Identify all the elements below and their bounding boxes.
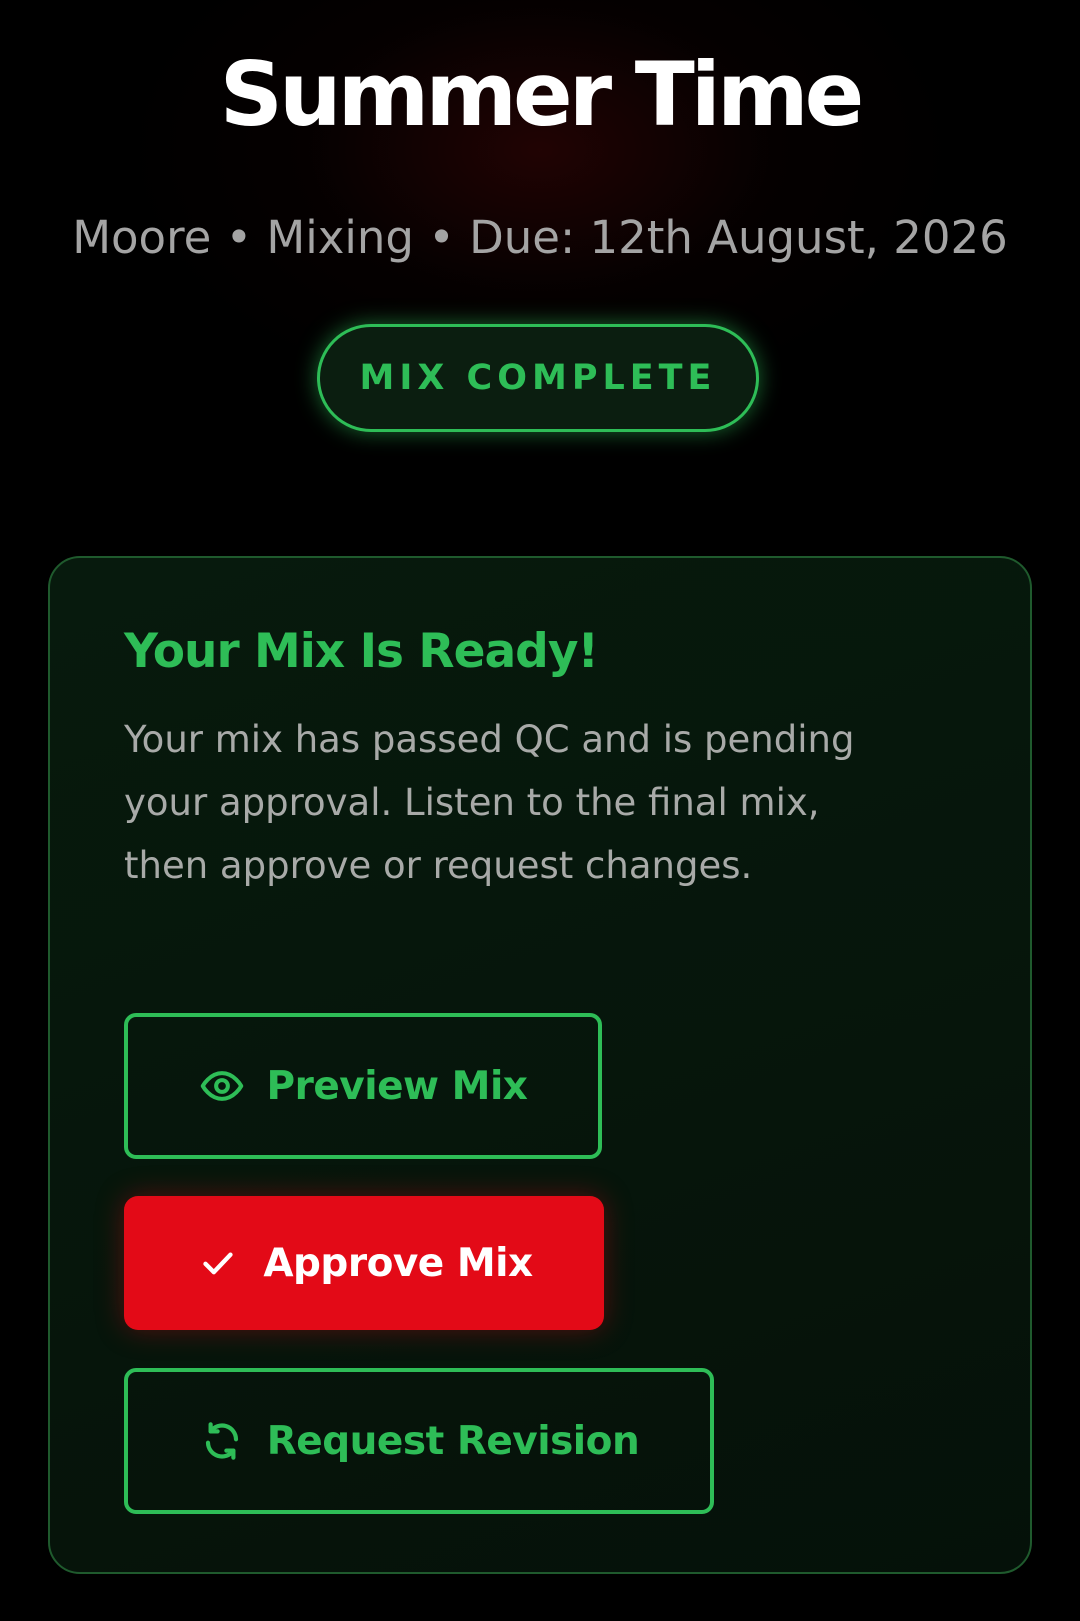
preview-mix-label: Preview Mix [266,1063,528,1109]
request-revision-label: Request Revision [266,1418,640,1464]
card-description: Your mix has passed QC and is pending yo… [124,718,855,887]
approve-mix-button[interactable]: Approve Mix [124,1196,604,1330]
preview-mix-button[interactable]: Preview Mix [124,1013,602,1159]
status-badge-label: MIX COMPLETE [359,358,717,398]
page-title: Summer Time [219,43,865,146]
eye-icon [199,1063,245,1109]
mix-ready-card: Your Mix Is Ready! Your mix has passed Q… [48,556,1032,1574]
card-title: Your Mix Is Ready! [124,624,599,679]
refresh-icon [199,1418,245,1464]
project-meta: Moore • Mixing • Due: 12th August, 2026 [72,211,1008,264]
status-badge: MIX COMPLETE [317,324,759,432]
approve-mix-label: Approve Mix [263,1240,533,1286]
check-icon [195,1240,241,1286]
request-revision-button[interactable]: Request Revision [124,1368,714,1514]
